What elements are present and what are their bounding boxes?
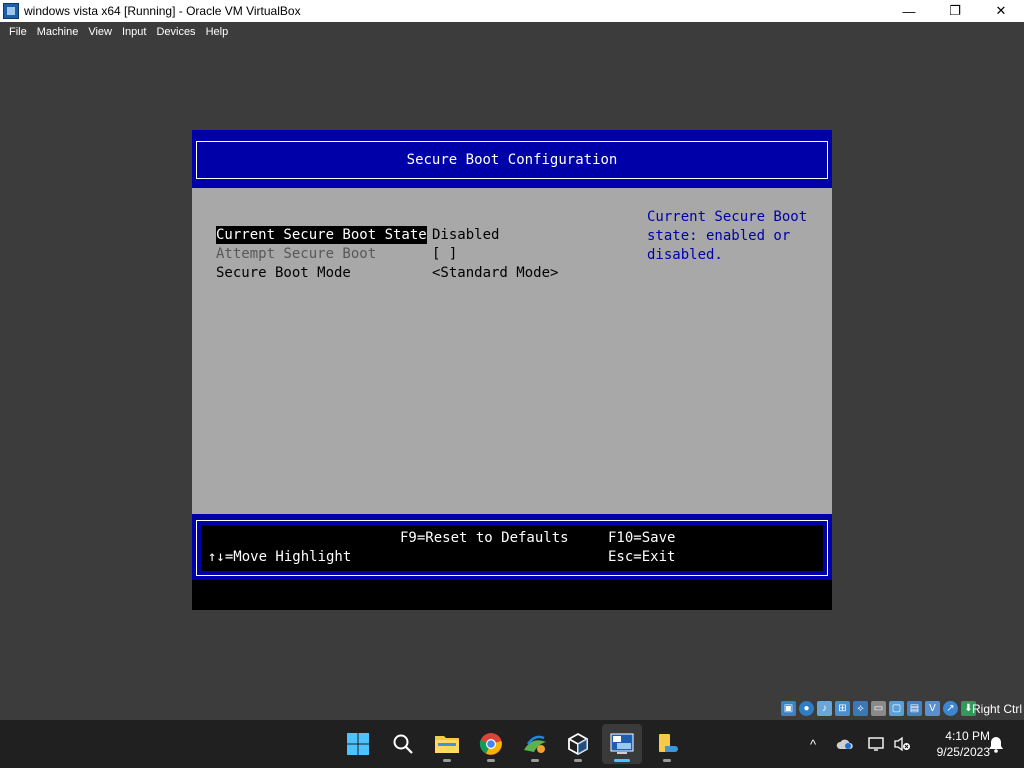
- search-icon[interactable]: [383, 724, 423, 764]
- key-hint-save: F10=Save: [608, 530, 676, 546]
- bios-header-title: Secure Boot Configuration: [196, 141, 828, 179]
- vm-display-area[interactable]: Secure Boot Configuration Current Secure…: [0, 42, 1024, 698]
- option-value-attempt-secure-boot: [ ]: [432, 246, 458, 262]
- taskbar: ^ 4:10 PM 9/25/2023: [0, 720, 1024, 768]
- host-key-label: Right Ctrl: [971, 702, 1022, 716]
- notification-bell-icon[interactable]: [986, 720, 1006, 768]
- minimize-button[interactable]: —: [886, 0, 932, 22]
- mouse-integration-icon[interactable]: ↗: [943, 701, 958, 716]
- display-icon[interactable]: ▢: [889, 701, 904, 716]
- menu-bar: File Machine View Input Devices Help: [0, 22, 1024, 42]
- key-hint-exit: Esc=Exit: [608, 549, 676, 565]
- show-hidden-icons-chevron[interactable]: ^: [802, 720, 824, 768]
- clock-time: 4:10 PM: [945, 729, 990, 743]
- help-line: disabled.: [647, 247, 723, 263]
- bios-footer: F9=Reset to Defaults F10=Save ↑↓=Move Hi…: [192, 514, 832, 580]
- shared-folders-icon[interactable]: ▭: [871, 701, 886, 716]
- menu-help[interactable]: Help: [201, 26, 234, 38]
- vista-vm-icon[interactable]: [602, 724, 642, 764]
- key-hint-reset: F9=Reset to Defaults: [400, 530, 569, 546]
- help-text: Current Secure Boot state: enabled or di…: [647, 208, 827, 265]
- window-title: windows vista x64 [Running] - Oracle VM …: [24, 4, 301, 18]
- bios-screen[interactable]: Secure Boot Configuration Current Secure…: [192, 130, 832, 610]
- optical-drive-icon[interactable]: ●: [799, 701, 814, 716]
- option-value-secure-boot-mode[interactable]: <Standard Mode>: [432, 264, 558, 282]
- chrome-icon[interactable]: [471, 724, 511, 764]
- vm-status-bar: ▣ ● ♪ ⊞ ⟡ ▭ ▢ ▤ V ↗ ⬇ Right Ctrl: [0, 698, 1024, 720]
- video-capture-icon[interactable]: ▤: [907, 701, 922, 716]
- start-icon[interactable]: [338, 724, 378, 764]
- option-value-current-secure-boot-state: Disabled: [432, 227, 500, 243]
- option-current-secure-boot-state[interactable]: Current Secure Boot State: [216, 226, 427, 244]
- cpu-icon[interactable]: V: [925, 701, 940, 716]
- file-explorer-icon[interactable]: [427, 724, 467, 764]
- maximize-button[interactable]: ❐: [932, 0, 978, 22]
- key-hint-move: ↑↓=Move Highlight: [208, 549, 352, 565]
- hard-disk-icon[interactable]: ▣: [781, 701, 796, 716]
- onedrive-icon[interactable]: [834, 720, 856, 768]
- option-attempt-secure-boot: Attempt Secure Boot: [216, 246, 377, 262]
- taskbar-clock[interactable]: 4:10 PM 9/25/2023: [918, 728, 990, 760]
- menu-input[interactable]: Input: [117, 26, 151, 38]
- volume-muted-icon[interactable]: [891, 720, 913, 768]
- close-button[interactable]: ✕: [978, 0, 1024, 22]
- files-icon[interactable]: [647, 724, 687, 764]
- bios-body: Current Secure Boot State Disabled Attem…: [192, 188, 832, 514]
- audio-icon[interactable]: ♪: [817, 701, 832, 716]
- photos-icon[interactable]: [515, 724, 555, 764]
- menu-machine[interactable]: Machine: [32, 26, 84, 38]
- menu-file[interactable]: File: [4, 26, 32, 38]
- help-line: state: enabled or: [647, 228, 791, 244]
- virtualbox-app-icon: [3, 3, 19, 19]
- option-secure-boot-mode[interactable]: Secure Boot Mode: [216, 264, 351, 282]
- virtualbox-icon[interactable]: [558, 724, 598, 764]
- network-icon[interactable]: ⊞: [835, 701, 850, 716]
- menu-devices[interactable]: Devices: [151, 26, 200, 38]
- help-line: Current Secure Boot: [647, 209, 808, 225]
- menu-view[interactable]: View: [83, 26, 117, 38]
- bios-header: Secure Boot Configuration: [192, 130, 832, 188]
- network-tray-icon[interactable]: [866, 720, 888, 768]
- clock-date: 9/25/2023: [936, 745, 990, 759]
- title-bar: windows vista x64 [Running] - Oracle VM …: [0, 0, 1024, 22]
- usb-icon[interactable]: ⟡: [853, 701, 868, 716]
